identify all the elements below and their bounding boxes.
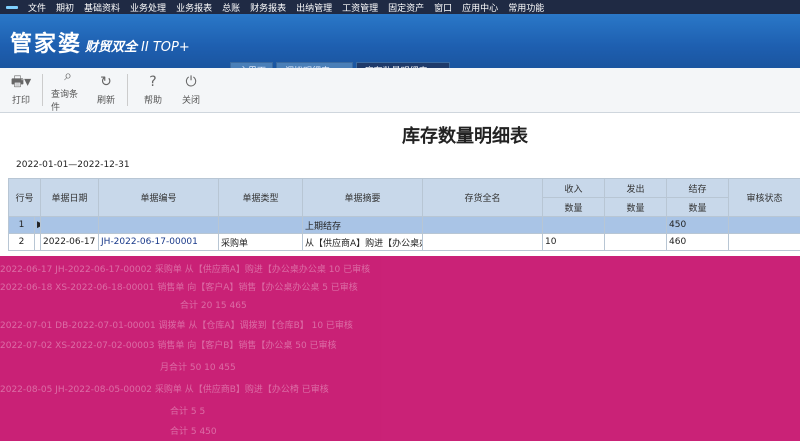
- header-row: 行号 单据日期 单据编号 单据类型 单据摘要 存货全名 收入 发出 结存 审核状…: [7, 178, 800, 217]
- refresh-icon: ↻: [100, 74, 112, 90]
- overlay-line: 合计 20 15 465: [180, 301, 247, 311]
- cell-summary: 上期结存: [302, 216, 424, 234]
- col-rowno[interactable]: 行号: [7, 178, 42, 217]
- cell-out: [604, 233, 668, 251]
- menu-business-reports[interactable]: 业务报表: [171, 1, 217, 14]
- cell-billno: [98, 216, 220, 234]
- overlay-line: 合计 5 5: [170, 407, 206, 417]
- query-button[interactable]: ⌕ 查询条件: [51, 67, 85, 113]
- col-balance-qty[interactable]: 数量: [666, 197, 730, 217]
- brand-logo: 管家婆 财贸双全 II TOP+: [10, 26, 190, 58]
- col-in-qty[interactable]: 数量: [542, 197, 606, 217]
- table-row[interactable]: 1 ▶ 上期结存 450: [8, 216, 800, 234]
- cell-billno: JH-2022-06-17-00001: [98, 233, 220, 251]
- report-title: 库存数量明细表: [402, 126, 528, 147]
- col-summary[interactable]: 单据摘要: [302, 178, 424, 217]
- menu-common[interactable]: 常用功能: [503, 1, 549, 14]
- menu-window[interactable]: 窗口: [429, 1, 457, 14]
- table-row[interactable]: 2 2022-06-17 JH-2022-06-17-00001 采购单 从【供…: [8, 233, 800, 251]
- toolbar: 🖶▾ 打印 ⌕ 查询条件 ↻ 刷新 ? 帮助 ⏻ 关闭: [0, 68, 800, 113]
- cell-audit: [728, 216, 800, 234]
- cell-type: 采购单: [218, 233, 304, 251]
- overlay-line: 2022-07-02 XS-2022-07-02-00003 销售单 向【客户B…: [0, 341, 337, 351]
- overlay-line: 2022-08-05 JH-2022-08-05-00002 采购单 从【供应商…: [0, 385, 329, 395]
- brand-main: 管家婆: [10, 31, 83, 57]
- cell-item: [422, 233, 544, 251]
- query-label: 查询条件: [51, 89, 79, 113]
- cell-out: [604, 216, 668, 234]
- col-balance[interactable]: 结存: [666, 178, 730, 198]
- print-button[interactable]: 🖶▾ 打印: [4, 68, 38, 112]
- refresh-label: 刷新: [96, 96, 115, 106]
- cell-audit: 已审核: [728, 233, 800, 251]
- print-label: 打印: [11, 96, 30, 106]
- menu-opening[interactable]: 期初: [51, 1, 79, 14]
- menu-ledger[interactable]: 总账: [217, 1, 245, 14]
- stock-table: 行号 单据日期 单据编号 单据类型 单据摘要 存货全名 收入 发出 结存 审核状…: [7, 178, 800, 251]
- cell-in: 10: [542, 233, 606, 251]
- menu-business[interactable]: 业务处理: [125, 1, 171, 14]
- cell-balance: 450: [666, 216, 730, 234]
- close-button[interactable]: ⏻ 关闭: [174, 68, 208, 112]
- col-item[interactable]: 存货全名: [422, 178, 544, 217]
- col-type[interactable]: 单据类型: [218, 178, 304, 217]
- overlay-line: 2022-06-17 JH-2022-06-17-00002 采购单 从【供应商…: [0, 265, 371, 275]
- menu-app-center[interactable]: 应用中心: [457, 1, 503, 14]
- brand-version: II TOP+: [141, 40, 190, 55]
- row-number: 1: [8, 216, 35, 234]
- overlay-line: 2022-07-01 DB-2022-07-01-00001 调拨单 从【仓库A…: [0, 321, 353, 331]
- toolbar-divider: [42, 74, 43, 106]
- menu-base-data[interactable]: 基础资料: [79, 1, 125, 14]
- header-banner: 管家婆 财贸双全 II TOP+ 主界面 调拨明细表✕ 库存数量明细表✕: [0, 14, 800, 81]
- cell-item: [422, 216, 544, 234]
- overlay-line: 2022-06-18 XS-2022-06-18-00001 销售单 向【客户A…: [0, 283, 358, 293]
- col-in[interactable]: 收入: [542, 178, 606, 198]
- col-out[interactable]: 发出: [604, 178, 668, 198]
- col-out-qty[interactable]: 数量: [604, 197, 668, 217]
- redaction-overlay: 2022-06-17 JH-2022-06-17-00002 采购单 从【供应商…: [0, 256, 800, 441]
- search-icon: ⌕: [64, 67, 72, 84]
- col-billno[interactable]: 单据编号: [98, 178, 220, 217]
- toolbar-divider: [127, 74, 128, 106]
- help-label: 帮助: [143, 96, 162, 106]
- col-audit[interactable]: 审核状态: [728, 178, 800, 217]
- col-date[interactable]: 单据日期: [40, 178, 100, 217]
- printer-icon: 🖶▾: [10, 74, 32, 90]
- cell-type: [218, 216, 304, 234]
- cell-in: [542, 216, 606, 234]
- cell-date: [40, 216, 100, 234]
- power-icon: ⏻: [185, 74, 197, 90]
- menu-file[interactable]: 文件: [23, 1, 51, 14]
- menu-payroll[interactable]: 工资管理: [337, 1, 383, 14]
- menu-cashier[interactable]: 出纳管理: [291, 1, 337, 14]
- app-menu-icon[interactable]: [6, 5, 18, 9]
- menu-fixed-assets[interactable]: 固定资产: [383, 1, 429, 14]
- cell-summary: 从【供应商A】购进【办公桌办公桌: [302, 233, 424, 251]
- menu-finance-reports[interactable]: 财务报表: [245, 1, 291, 14]
- overlay-line: 月合计 50 10 455: [160, 363, 236, 373]
- row-number: 2: [8, 233, 35, 251]
- close-label: 关闭: [181, 96, 200, 106]
- overlay-line: 合计 5 450: [170, 427, 217, 437]
- help-icon: ?: [149, 74, 157, 90]
- refresh-button[interactable]: ↻ 刷新: [89, 68, 123, 112]
- cell-balance: 460: [666, 233, 730, 251]
- cell-date: 2022-06-17: [40, 233, 100, 251]
- date-range: 2022-01-01—2022-12-31: [16, 160, 130, 170]
- brand-sub: 财贸双全: [85, 40, 138, 55]
- help-button[interactable]: ? 帮助: [136, 68, 170, 112]
- menu-bar: 文件 期初 基础资料 业务处理 业务报表 总账 财务报表 出纳管理 工资管理 固…: [0, 0, 800, 14]
